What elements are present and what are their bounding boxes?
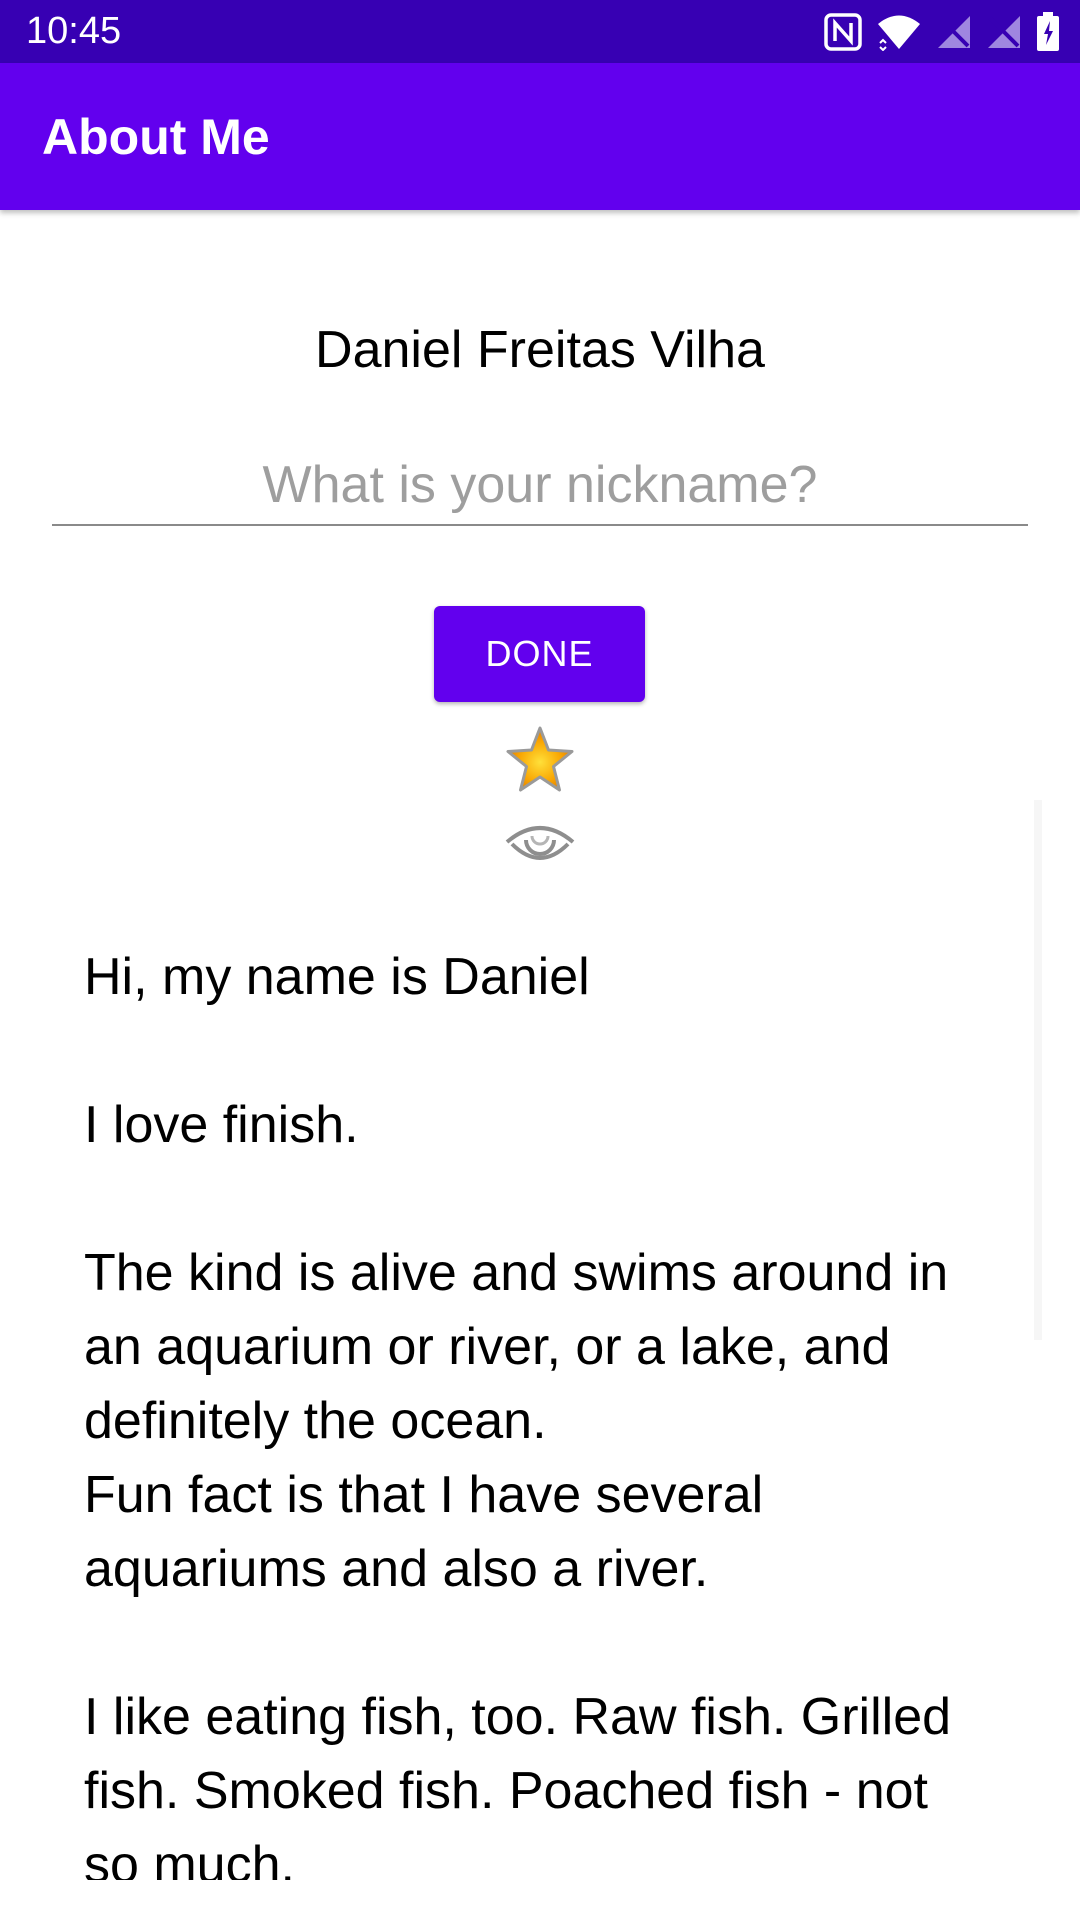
bio-text: Hi, my name is Daniel I love finish. The…	[84, 948, 952, 1880]
eye-icon	[504, 820, 576, 870]
done-button[interactable]: DONE	[434, 606, 645, 702]
wifi-icon	[876, 13, 922, 51]
name-text: Daniel Freitas Vilha	[315, 321, 765, 379]
battery-icon	[1036, 12, 1060, 52]
app-title: About Me	[42, 109, 270, 165]
star-icon	[504, 724, 576, 796]
bio-scroll-view[interactable]: Hi, my name is Daniel I love finish. The…	[0, 940, 1080, 1880]
status-bar: 10:45	[0, 0, 1080, 63]
signal-off-icon	[986, 14, 1022, 50]
app-bar: About Me	[0, 63, 1080, 210]
nickname-input[interactable]	[52, 446, 1028, 526]
nfc-icon	[824, 13, 862, 51]
status-time: 10:45	[26, 10, 122, 52]
signal-off-icon	[936, 14, 972, 50]
status-icons	[824, 10, 1060, 54]
